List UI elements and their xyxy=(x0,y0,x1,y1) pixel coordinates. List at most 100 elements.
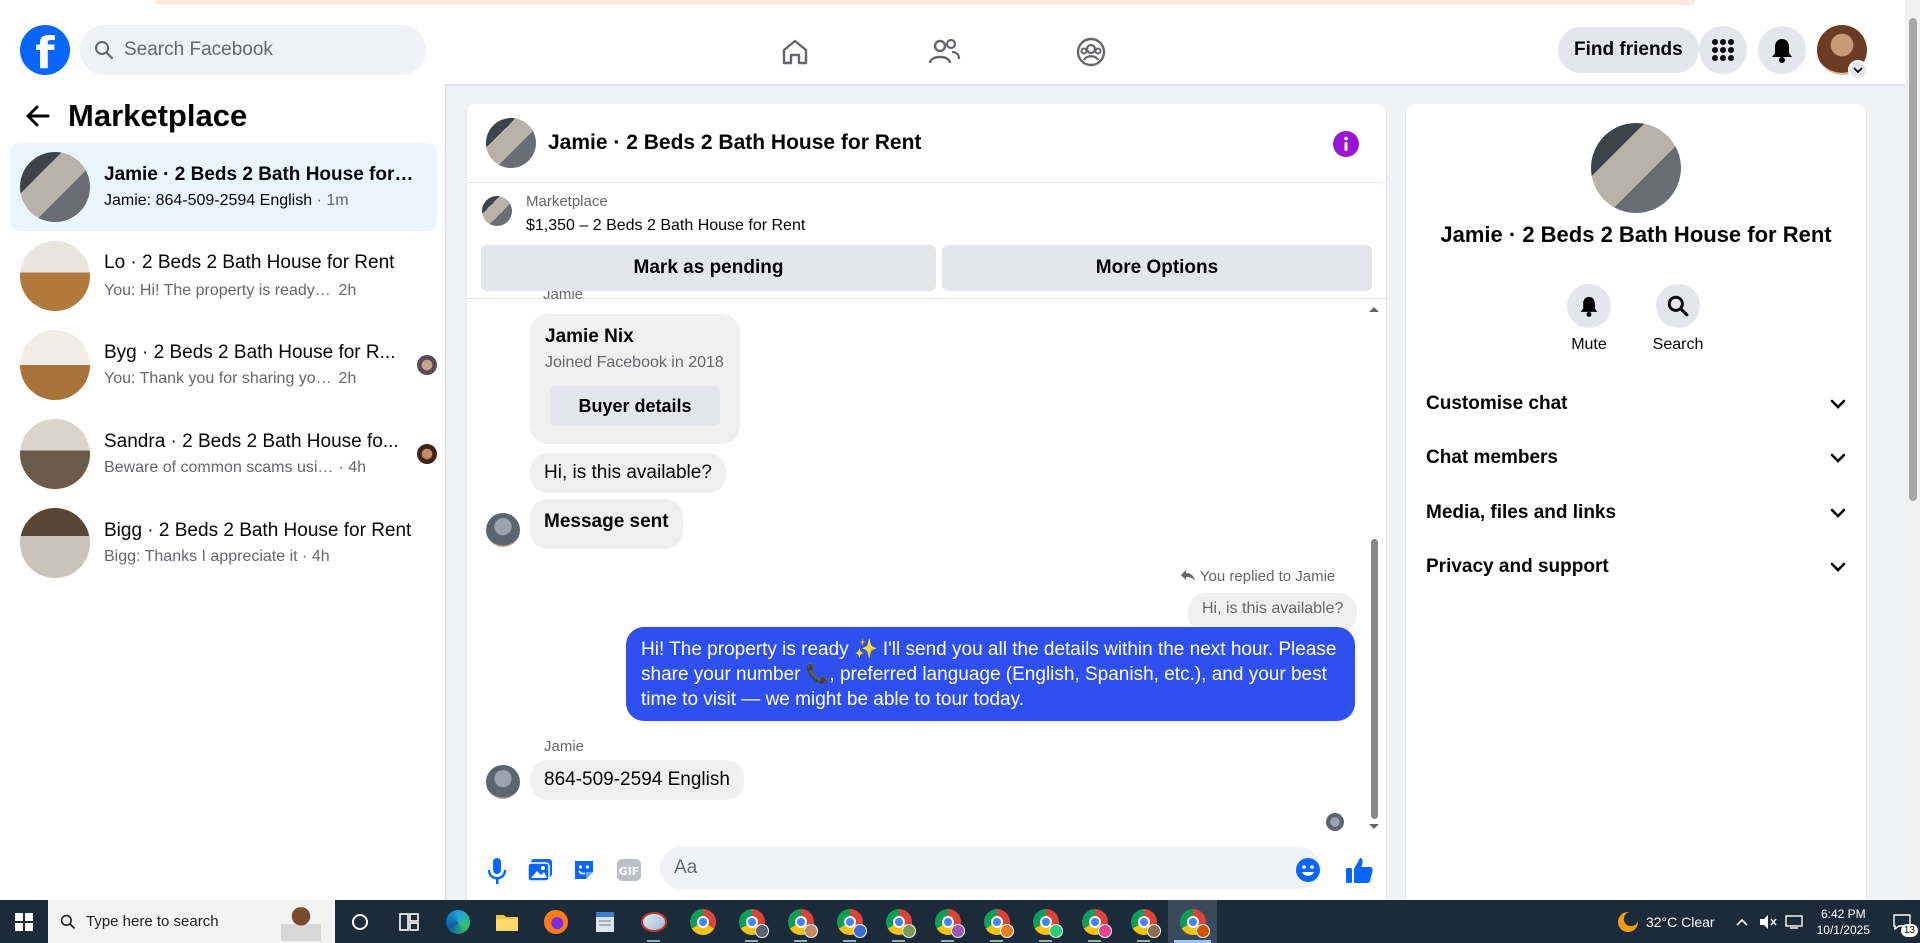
weather-icon[interactable] xyxy=(1617,911,1638,932)
conversation-sidebar: Marketplace Jamie · 2 Beds 2 Bath House … xyxy=(0,84,446,900)
system-clock[interactable]: 6:42 PM 10/1/2025 xyxy=(1817,906,1870,938)
incoming-message-sent-status[interactable]: Message sent xyxy=(530,499,683,549)
clock-date: 10/1/2025 xyxy=(1816,922,1870,937)
scroll-down-arrow-icon[interactable] xyxy=(1368,823,1380,831)
chat-profile-name: Jamie · 2 Beds 2 Bath House for Rent xyxy=(1440,222,1832,247)
gif-icon[interactable]: GIF xyxy=(616,858,642,882)
menu-grid-icon[interactable] xyxy=(1699,26,1747,74)
scroll-up-arrow-icon[interactable] xyxy=(1368,305,1380,313)
microphone-icon[interactable] xyxy=(487,857,507,885)
buyer-details-button[interactable]: Buyer details xyxy=(550,386,720,426)
conversation-avatar xyxy=(20,508,90,578)
snipping-tool-icon[interactable] xyxy=(629,900,678,943)
notifications-bell-icon[interactable] xyxy=(1758,26,1806,74)
page-scrollbar[interactable] xyxy=(1905,0,1920,900)
chevron-up-icon[interactable] xyxy=(1735,917,1749,927)
home-icon[interactable] xyxy=(775,32,815,72)
mark-as-pending-button[interactable]: Mark as pending xyxy=(481,245,936,291)
conversation-item[interactable]: Jamie · 2 Beds 2 Bath House for Re... Ja… xyxy=(10,143,437,231)
chrome-profile-icon[interactable] xyxy=(874,900,923,943)
privacy-support-section[interactable]: Privacy and support xyxy=(1426,547,1846,587)
find-friends-button[interactable]: Find friends xyxy=(1558,27,1699,73)
section-label: Media, files and links xyxy=(1426,502,1617,523)
chrome-profile-icon[interactable] xyxy=(727,900,776,943)
scrollbar-thumb[interactable] xyxy=(1371,539,1378,819)
task-view-icon[interactable] xyxy=(384,900,433,943)
chrome-profile-icon[interactable] xyxy=(972,900,1021,943)
conversation-snippet: You: Thank you for sharing your nu... xyxy=(104,370,334,387)
search-in-chat-button[interactable]: Search xyxy=(1638,284,1718,354)
chrome-profile-icon[interactable] xyxy=(825,900,874,943)
section-label: Privacy and support xyxy=(1426,556,1609,577)
chrome-icon[interactable] xyxy=(678,900,727,943)
conversation-time: 2h xyxy=(338,282,357,299)
reply-icon xyxy=(1181,570,1195,581)
mute-button[interactable]: Mute xyxy=(1549,284,1629,354)
facebook-logo-icon[interactable]: f xyxy=(20,25,70,75)
chrome-profile-icon[interactable] xyxy=(923,900,972,943)
chat-panel: Jamie · 2 Beds 2 Bath House for Rent Mar… xyxy=(467,104,1386,900)
conversation-item[interactable]: Byg · 2 Beds 2 Bath House for R... You: … xyxy=(10,321,437,409)
messages-scrollbar[interactable] xyxy=(1368,305,1380,829)
sender-avatar[interactable] xyxy=(486,765,520,799)
sticker-icon[interactable] xyxy=(572,858,596,882)
cortana-icon[interactable] xyxy=(335,900,384,943)
emoji-icon[interactable] xyxy=(1295,857,1321,883)
chat-title[interactable]: Jamie · 2 Beds 2 Bath House for Rent xyxy=(548,131,921,155)
chevron-down-icon[interactable] xyxy=(1848,60,1868,80)
network-icon[interactable] xyxy=(1784,914,1805,930)
windows-start-icon[interactable] xyxy=(0,900,48,943)
message-input[interactable] xyxy=(660,847,1320,889)
notification-count-badge: 13 xyxy=(1900,924,1918,937)
info-icon[interactable] xyxy=(1333,131,1359,157)
more-options-button[interactable]: More Options xyxy=(942,245,1372,291)
volume-muted-icon[interactable] xyxy=(1759,914,1777,930)
incoming-message[interactable]: 864-509-2594 English xyxy=(530,760,744,800)
incoming-message[interactable]: Hi, is this available? xyxy=(530,453,726,493)
customise-chat-section[interactable]: Customise chat xyxy=(1426,384,1846,424)
search-input[interactable] xyxy=(124,39,404,61)
conversation-snippet: Bigg: Thanks I appreciate it xyxy=(104,548,298,565)
buyer-name: Jamie Nix xyxy=(545,326,634,347)
back-arrow-icon[interactable] xyxy=(24,104,50,128)
message-list[interactable]: Jamie Jamie Nix Joined Facebook in 2018 … xyxy=(467,291,1386,839)
groups-icon[interactable] xyxy=(1071,32,1111,72)
conversation-item[interactable]: Bigg · 2 Beds 2 Bath House for Rent Bigg… xyxy=(10,499,437,587)
photo-gallery-icon[interactable] xyxy=(527,858,553,882)
file-explorer-icon[interactable] xyxy=(482,900,531,943)
listing-thumbnail[interactable] xyxy=(482,196,512,226)
chrome-profile-icon[interactable] xyxy=(1021,900,1070,943)
chat-profile-avatar[interactable] xyxy=(1591,123,1681,213)
replied-to-label: You replied to Jamie xyxy=(1180,568,1335,585)
thumbs-up-icon[interactable] xyxy=(1345,856,1373,884)
mute-label: Mute xyxy=(1571,336,1607,353)
chrome-profile-icon[interactable] xyxy=(1119,900,1168,943)
chat-members-section[interactable]: Chat members xyxy=(1426,438,1846,478)
taskbar-search-box[interactable]: Type here to search xyxy=(48,900,335,943)
friends-icon[interactable] xyxy=(924,32,964,72)
chat-details-panel: Jamie · 2 Beds 2 Bath House for Rent Mut… xyxy=(1406,104,1866,900)
chevron-down-icon xyxy=(1830,562,1846,572)
listing-price-title[interactable]: $1,350 – 2 Beds 2 Bath House for Rent xyxy=(526,217,805,235)
chrome-profile-icon[interactable] xyxy=(776,900,825,943)
mute-bell-icon[interactable] xyxy=(1567,284,1611,328)
edge-browser-icon[interactable] xyxy=(433,900,482,943)
media-files-links-section[interactable]: Media, files and links xyxy=(1426,493,1846,533)
weather-text[interactable]: 32°C Clear xyxy=(1646,914,1715,930)
page-scrollbar-thumb[interactable] xyxy=(1909,18,1917,501)
notification-center-icon[interactable]: 13 xyxy=(1884,900,1920,943)
conversation-avatar xyxy=(20,419,90,489)
chrome-active-window-icon[interactable] xyxy=(1168,900,1217,943)
search-facebook-box[interactable] xyxy=(80,25,426,75)
notepad-icon[interactable] xyxy=(580,900,629,943)
sender-avatar[interactable] xyxy=(486,513,520,547)
conversation-item[interactable]: Sandra · 2 Beds 2 Bath House fo... Bewar… xyxy=(10,410,437,498)
chrome-profile-icon[interactable] xyxy=(1070,900,1119,943)
outgoing-message[interactable]: Hi! The property is ready ✨ I'll send yo… xyxy=(626,627,1355,721)
chat-avatar[interactable] xyxy=(486,118,536,168)
search-icon[interactable] xyxy=(1656,284,1700,328)
buyer-info-card: Jamie Nix Joined Facebook in 2018 Buyer … xyxy=(530,314,740,444)
conversation-item[interactable]: Lo · 2 Beds 2 Bath House for Rent You: H… xyxy=(10,232,437,320)
conversation-title: Jamie · 2 Beds 2 Bath House for Re... xyxy=(104,164,414,185)
firefox-icon[interactable] xyxy=(531,900,580,943)
